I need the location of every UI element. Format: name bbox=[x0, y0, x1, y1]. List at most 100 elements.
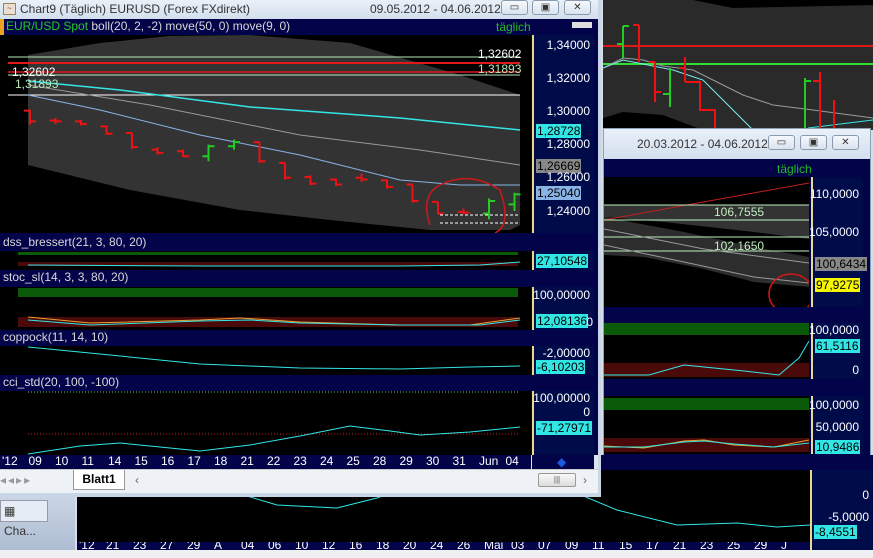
value-tag: 97,9275 bbox=[815, 278, 861, 292]
hline-label: 106,7555 bbox=[714, 205, 765, 219]
value-tag: 61,5116 bbox=[815, 339, 860, 353]
date-label: 28 bbox=[373, 454, 387, 468]
value-tag: 1,25040 bbox=[536, 186, 582, 200]
panel-label-coppock: coppock(11, 14, 10) bbox=[3, 330, 109, 344]
date-label: 10 bbox=[55, 454, 69, 468]
flag-icon[interactable]: ◆ bbox=[557, 455, 566, 469]
stoc-panel bbox=[0, 287, 531, 330]
scroll-right-icon[interactable]: › bbox=[583, 473, 587, 487]
axis-label: 0 bbox=[583, 405, 590, 419]
chart-header: EUR/USD Spot boll(20, 2, -2) move(50, 0)… bbox=[3, 19, 290, 34]
axis-label: 1,30000 bbox=[546, 104, 590, 118]
scrollbar-thumb[interactable]: ||| bbox=[538, 473, 576, 487]
date-label: 09 bbox=[28, 454, 42, 468]
background-chart-top bbox=[603, 0, 873, 130]
period-label: täglich bbox=[777, 162, 812, 176]
axis-label: 1,32000 bbox=[546, 71, 590, 85]
hline-label: 1,31893 bbox=[15, 77, 59, 91]
title-bar[interactable]: ~ Chart9 (Täglich) EURUSD (Forex FXdirek… bbox=[0, 0, 598, 19]
value-tag: 10,9486 bbox=[815, 440, 861, 454]
date-label: 30 bbox=[426, 454, 440, 468]
taskbar-item-chart[interactable]: ▦ Cha... bbox=[0, 500, 48, 538]
date-label: 24 bbox=[320, 454, 334, 468]
panel-label-cci: cci_std(20, 100, -100) bbox=[3, 375, 120, 389]
close-button[interactable]: ✕ bbox=[832, 135, 859, 150]
date-label: 16 bbox=[161, 454, 175, 468]
axis-label: 100,00000 bbox=[533, 391, 590, 405]
sheet-tab-blatt1[interactable]: Blatt1 bbox=[73, 470, 125, 490]
axis-label: 100,0000 bbox=[808, 398, 859, 412]
axis-label: -2,00000 bbox=[542, 346, 590, 360]
axis-label: 100,00000 bbox=[533, 288, 590, 302]
value-tag: 27,10548 bbox=[536, 254, 589, 268]
dss-panel bbox=[0, 251, 531, 270]
scroll-left-icon[interactable]: ‹ bbox=[135, 473, 139, 487]
sheet-nav-arrows[interactable]: ◂◂▸▸ bbox=[0, 473, 32, 487]
second-price-plot: 106,7555 102,1650 bbox=[604, 177, 809, 307]
value-tag: 12,08136 bbox=[536, 314, 589, 328]
stoc-axis: 100,00000 12,08136 0 bbox=[532, 287, 594, 330]
restore-button[interactable]: ▣ bbox=[532, 0, 559, 15]
coppock-axis: -2,00000 -6,10203 bbox=[532, 346, 594, 375]
value-tag: -6,10203 bbox=[536, 360, 586, 374]
taskbar-item-label: Cha... bbox=[4, 524, 37, 538]
axis-label: 1,24000 bbox=[546, 204, 590, 218]
panel-label-dss: dss_bressert(21, 3, 80, 20) bbox=[3, 235, 147, 249]
date-label: 22 bbox=[267, 454, 281, 468]
second-price-axis: 110,0000 105,0000 100,6434 97,9275 bbox=[808, 177, 868, 307]
date-axis: '12 09 10 11 14 15 16 17 18 21 22 23 24 25 28 29 30 31 Jun… bbox=[0, 455, 531, 469]
value-tag: 100,6434 bbox=[815, 257, 868, 271]
second-panel-1 bbox=[604, 323, 809, 379]
axis-label: 0 bbox=[586, 315, 593, 329]
background-y-axis: 0 -5,0000 -8,4551 bbox=[810, 470, 873, 550]
date-label: 04 bbox=[505, 454, 519, 468]
window-title: Chart9 (Täglich) EURUSD (Forex FXdirekt) bbox=[20, 2, 251, 16]
axis-label: 50,0000 bbox=[815, 420, 859, 434]
hline-label: 1,31893 bbox=[478, 62, 522, 76]
axis-label: 105,0000 bbox=[808, 225, 859, 239]
date-label: Jun bbox=[479, 454, 499, 468]
axis-label: 110,0000 bbox=[809, 187, 859, 201]
minimize-button[interactable]: ▭ bbox=[768, 135, 795, 150]
date-label: 23 bbox=[293, 454, 307, 468]
cci-axis: 100,00000 0 -71,27971 bbox=[532, 391, 594, 455]
minimize-button[interactable]: ▭ bbox=[501, 0, 528, 15]
axis-label: 100,0000 bbox=[808, 323, 859, 337]
second-panel-2-axis: 100,0000 50,0000 10,9486 bbox=[808, 396, 863, 454]
indicators-label: boll(20, 2, -2) move(50, 0) move(9, 0) bbox=[91, 19, 291, 33]
date-label: 15 bbox=[134, 454, 148, 468]
window-date-range: 20.03.2012 - 04.06.2012 bbox=[637, 137, 768, 151]
panel-label-stoc: stoc_sl(14, 3, 3, 80, 20) bbox=[3, 270, 129, 284]
restore-button[interactable]: ▣ bbox=[800, 135, 827, 150]
date-label: 11 bbox=[81, 454, 94, 468]
dss-axis: 27,10548 bbox=[532, 251, 594, 270]
hline-label: 102,1650 bbox=[714, 239, 765, 253]
background-price-plot bbox=[603, 0, 873, 130]
sheet-tab-bar: ◂◂▸▸ Blatt1 ‹ ||| › bbox=[0, 469, 598, 493]
cci-panel bbox=[0, 391, 531, 455]
axis-label: 1,28000 bbox=[546, 137, 590, 151]
date-label: 21 bbox=[240, 454, 254, 468]
app-icon: ~ bbox=[3, 3, 16, 15]
axis-label: 0 bbox=[862, 488, 869, 502]
instrument-label: EUR/USD Spot bbox=[6, 19, 89, 33]
date-label: 14 bbox=[108, 454, 122, 468]
second-panel-2 bbox=[604, 396, 809, 454]
main-chart-window: ~ Chart9 (Täglich) EURUSD (Forex FXdirek… bbox=[0, 0, 601, 497]
axis-label: 0 bbox=[852, 363, 859, 377]
price-axis: 1,34000 1,32000 1,30000 1,28728 1,28000 … bbox=[532, 35, 594, 233]
close-button[interactable]: ✕ bbox=[564, 0, 591, 15]
date-label: 17 bbox=[187, 454, 201, 468]
hline-label: 1,32602 bbox=[478, 47, 522, 61]
second-panel-1-axis: 100,0000 61,5116 0 bbox=[808, 323, 863, 379]
date-label: 31 bbox=[452, 454, 466, 468]
period-label: täglich bbox=[496, 20, 531, 34]
value-tag: -71,27971 bbox=[536, 421, 593, 435]
coppock-panel bbox=[0, 346, 531, 375]
date-label: 25 bbox=[346, 454, 360, 468]
panel-toggle[interactable] bbox=[572, 22, 592, 28]
second-chart-window: 20.03.2012 - 04.06.2012 ▭ ▣ ✕ täglich 10… bbox=[603, 128, 871, 455]
date-label: '12 bbox=[2, 454, 18, 468]
price-plot: 1,32602 1,31893 1,32602 1,31893 bbox=[0, 35, 531, 233]
date-label: 18 bbox=[214, 454, 228, 468]
